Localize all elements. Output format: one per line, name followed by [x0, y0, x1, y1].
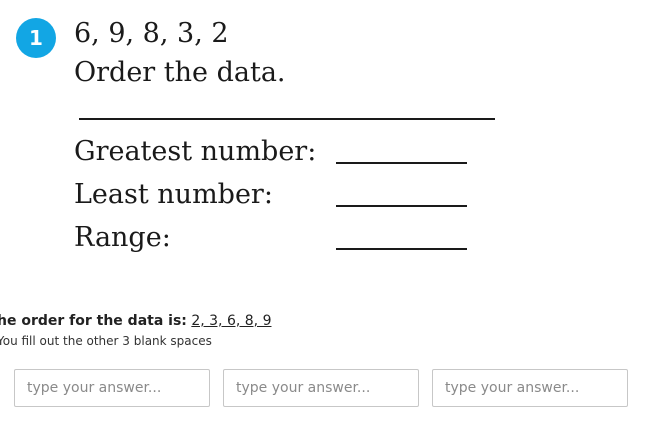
- greatest-number-blank: [336, 162, 467, 164]
- question-number: 1: [29, 26, 43, 50]
- order-note: he order for the data is: 2, 3, 6, 8, 9: [0, 313, 271, 329]
- answer-input-3[interactable]: [432, 369, 628, 407]
- ordered-data-blank: [79, 118, 495, 120]
- range-label: Range:: [74, 222, 171, 253]
- order-note-answer: 2, 3, 6, 8, 9: [191, 313, 272, 329]
- answer-input-1[interactable]: [14, 369, 210, 407]
- least-number-blank: [336, 205, 467, 207]
- order-note-lead: he order for the data is:: [0, 313, 187, 329]
- instruction-subnote: You fill out the other 3 blank spaces: [0, 334, 212, 348]
- least-number-label: Least number:: [74, 179, 273, 210]
- question-number-badge: 1: [16, 18, 56, 58]
- greatest-number-label: Greatest number:: [74, 136, 317, 167]
- range-blank: [336, 248, 467, 250]
- instruction-text: Order the data.: [74, 57, 286, 88]
- data-set-text: 6, 9, 8, 3, 2: [74, 18, 229, 49]
- answer-input-2[interactable]: [223, 369, 419, 407]
